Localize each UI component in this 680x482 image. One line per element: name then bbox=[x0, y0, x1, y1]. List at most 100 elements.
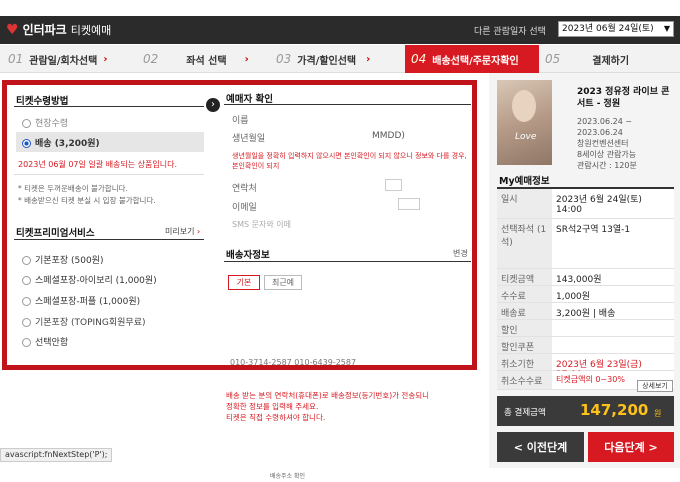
shipping-note: 정확한 정보를 입력해 주세요. bbox=[226, 402, 319, 411]
interpark-logo[interactable]: ♥ 인터파크 티켓예매 bbox=[6, 21, 111, 38]
step-4[interactable]: 04 배송선택/주문자확인 bbox=[405, 45, 539, 73]
divider bbox=[224, 261, 471, 262]
shipping-note: 티켓은 직접 수령하셔야 합니다. bbox=[226, 413, 326, 422]
step-1-num: 01 bbox=[8, 52, 24, 66]
phone-label: 연락처 bbox=[232, 184, 257, 194]
email-label: 이메일 bbox=[232, 203, 257, 213]
step-5-label: 결제하기 bbox=[592, 55, 630, 67]
logo-text: 인터파크 bbox=[22, 23, 67, 37]
divider bbox=[224, 104, 471, 105]
date-select-value: 2023년 06월 24일(토) bbox=[562, 24, 654, 34]
premium-option-label: 기본포장 (500원) bbox=[35, 256, 104, 266]
poster-face bbox=[512, 90, 536, 122]
chevron-right-icon: › bbox=[366, 53, 371, 65]
step-2-label: 좌석 선택 bbox=[186, 55, 227, 67]
step-1-label: 관람일/회차선택 bbox=[29, 55, 98, 67]
ticket-receive-title: 티켓수령방법 bbox=[16, 96, 69, 107]
info-row-date: 일시 2023년 6월 24일(토) 14:00 bbox=[497, 189, 674, 219]
total-unit: 원 bbox=[654, 409, 662, 418]
birth-label: 생년월일 bbox=[232, 134, 266, 144]
info-key: 배송료 bbox=[497, 303, 552, 319]
info-value: 2023년 6월 24일(토) 14:00 bbox=[552, 189, 674, 218]
radio-delivery[interactable] bbox=[22, 139, 31, 148]
premium-option-2[interactable]: 스페셜포장-아이보리 (1,000원) bbox=[22, 273, 157, 286]
birth-warning: 생년월일을 정확히 입력하지 않으시면 본인확인이 되지 않으니 정보와 다를 … bbox=[232, 151, 467, 171]
step-3[interactable]: 03 가격/할인선택 › bbox=[268, 45, 405, 73]
info-value bbox=[552, 337, 674, 353]
divider bbox=[14, 106, 204, 107]
tab-basic[interactable]: 기본 bbox=[228, 275, 260, 290]
name-label: 이름 bbox=[232, 116, 249, 126]
divider bbox=[14, 174, 204, 175]
delivery-notice: 2023년 06월 07일 일괄 배송되는 상품입니다. bbox=[18, 160, 178, 169]
info-value: 143,000원 bbox=[552, 269, 674, 285]
info-value: SR석2구역 13열-1 bbox=[552, 219, 674, 268]
info-row-discount: 할인 bbox=[497, 320, 674, 337]
birth-warning-line: 본인확인이 되지 bbox=[232, 162, 280, 170]
show-runtime: 관람시간 : 120분 bbox=[577, 161, 637, 170]
step-3-label: 가격/할인선택 bbox=[297, 55, 357, 67]
premium-option-1[interactable]: 기본포장 (500원) bbox=[22, 253, 103, 266]
premium-option-4[interactable]: 기본포장 (TOPING회원무료) bbox=[22, 315, 146, 328]
info-key: 선택좌석 (1석) bbox=[497, 219, 552, 268]
info-row-seat: 선택좌석 (1석) SR석2구역 13열-1 bbox=[497, 219, 674, 269]
step-5-num: 05 bbox=[545, 52, 561, 66]
info-value: 1,000원 bbox=[552, 286, 674, 302]
preview-link[interactable]: 미리보기 › bbox=[165, 226, 200, 237]
logo-sub: 티켓예매 bbox=[70, 23, 112, 37]
date-select[interactable]: 2023년 06월 24일(토) ▼ bbox=[558, 21, 674, 37]
step-1[interactable]: 01 관람일/회차선택 › bbox=[0, 45, 135, 73]
chevron-down-icon: ▼ bbox=[663, 24, 670, 33]
radio-onsite[interactable] bbox=[22, 119, 31, 128]
bullet-1: * 티켓은 두꺼운배송이 불가합니다. bbox=[18, 184, 128, 193]
phone-input[interactable] bbox=[385, 179, 402, 191]
tab-recent[interactable]: 최근예 bbox=[264, 275, 302, 290]
status-bar: avascript:fnNextStep('P'); bbox=[0, 448, 113, 462]
radio[interactable] bbox=[22, 276, 31, 285]
premium-title: 티켓프리미엄서비스 bbox=[16, 228, 95, 239]
info-row-fee: 수수료 1,000원 bbox=[497, 286, 674, 303]
bullet-2: * 배송받으신 티켓 분실 시 입장 불가합니다. bbox=[18, 196, 156, 205]
premium-option-3[interactable]: 스페셜포장-퍼플 (1,000원) bbox=[22, 294, 140, 307]
info-value bbox=[552, 320, 674, 336]
info-value: 3,200원 | 배송 bbox=[552, 303, 674, 319]
info-key: 티켓금액 bbox=[497, 269, 552, 285]
radio[interactable] bbox=[22, 297, 31, 306]
prev-step-button[interactable]: < 이전단계 bbox=[497, 432, 584, 462]
chevron-right-icon: › bbox=[244, 53, 249, 65]
option-onsite-label: 현장수령 bbox=[35, 119, 69, 129]
shipping-change[interactable]: 변경 bbox=[453, 248, 468, 259]
step-nav: 01 관람일/회차선택 › 02 좌석 선택 › 03 가격/할인선택 › 04… bbox=[0, 45, 680, 73]
poster-text: Love bbox=[515, 132, 537, 142]
poster-image: Love bbox=[497, 80, 552, 165]
total-value: 147,200 bbox=[580, 401, 649, 419]
info-row-coupon: 할인쿠폰 bbox=[497, 337, 674, 354]
option-onsite[interactable]: 현장수령 bbox=[22, 116, 68, 129]
other-date-label: 다른 관람일자 선택 bbox=[474, 27, 546, 37]
info-key: 할인쿠폰 bbox=[497, 337, 552, 353]
show-title: 2023 정유정 라이브 콘서트 - 정원 bbox=[577, 87, 670, 109]
arrow-right-circle-icon[interactable]: › bbox=[206, 98, 220, 112]
info-key: 일시 bbox=[497, 189, 552, 218]
premium-option-label: 기본포장 (TOPING회원무료) bbox=[35, 318, 146, 328]
step-2[interactable]: 02 좌석 선택 › bbox=[135, 45, 268, 73]
option-delivery[interactable]: 배송 (3,200원) bbox=[16, 132, 204, 152]
premium-option-label: 선택안함 bbox=[35, 338, 69, 348]
premium-option-5[interactable]: 선택안함 bbox=[22, 335, 68, 348]
chevron-right-icon: › bbox=[103, 53, 108, 65]
detail-button[interactable]: 상세보기 bbox=[637, 380, 673, 392]
next-step-button[interactable]: 다음단계 > bbox=[588, 432, 674, 462]
step-2-num: 02 bbox=[143, 52, 159, 66]
email-input[interactable] bbox=[398, 198, 420, 210]
radio[interactable] bbox=[22, 256, 31, 265]
address-confirm-link[interactable]: 배송주소 확인 bbox=[270, 471, 305, 480]
radio[interactable] bbox=[22, 338, 31, 347]
radio[interactable] bbox=[22, 318, 31, 327]
my-info-table: 일시 2023년 6월 24일(토) 14:00 선택좌석 (1석) SR석2구역 … bbox=[497, 187, 674, 390]
info-key: 취소수수료 bbox=[497, 371, 552, 389]
info-row-cancel-deadline: 취소기한2023년 6월 23일(금) 17:00 bbox=[497, 354, 674, 380]
show-venue: 창원컨벤션센터 bbox=[577, 139, 629, 148]
step-5[interactable]: 05 결제하기 bbox=[539, 45, 680, 73]
show-info: 2023.06.24 ~ 2023.06.24 창원컨벤션센터 8세이상 관람가… bbox=[577, 116, 675, 171]
premium-option-label: 스페셜포장-퍼플 (1,000원) bbox=[35, 297, 141, 307]
